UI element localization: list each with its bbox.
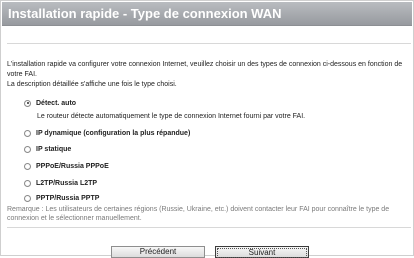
option-l2tp[interactable]: L2TP/Russia L2TP: [24, 177, 97, 189]
option-pptp[interactable]: PPTP/Russia PPTP: [24, 192, 99, 204]
option-label: PPPoE/Russia PPPoE: [36, 162, 109, 170]
radio-static-ip[interactable]: [24, 145, 31, 153]
next-button[interactable]: Suivant: [215, 246, 309, 258]
option-label: IP dynamique (configuration la plus répa…: [36, 129, 191, 137]
option-pppoe[interactable]: PPPoE/Russia PPPoE: [24, 160, 109, 172]
option-label: IP statique: [36, 145, 72, 153]
option-dynamic-ip[interactable]: IP dynamique (configuration la plus répa…: [24, 127, 190, 139]
option-label: L2TP/Russia L2TP: [36, 179, 98, 187]
option-label: Détect. auto: [36, 99, 77, 107]
top-divider: [7, 43, 411, 44]
intro-text: L'installation rapide va configurer votr…: [7, 60, 409, 90]
auto-detect-description: Le routeur détecte automatiquement le ty…: [37, 113, 306, 120]
radio-pptp[interactable]: [24, 194, 31, 202]
option-static-ip[interactable]: IP statique: [24, 143, 71, 155]
intro-line-1: L'installation rapide va configurer votr…: [7, 61, 403, 78]
wizard-panel: Installation rapide - Type de connexion …: [0, 0, 414, 258]
bottom-divider: [7, 227, 411, 228]
intro-line-2: La description détaillée s'affiche une f…: [7, 81, 177, 88]
page-title: Installation rapide - Type de connexion …: [2, 2, 412, 26]
radio-pppoe[interactable]: [24, 162, 31, 170]
radio-dynamic-ip[interactable]: [24, 129, 31, 137]
previous-button[interactable]: Précédent: [111, 246, 205, 258]
remark-text: Remarque : Les utilisateurs de certaines…: [7, 206, 390, 222]
option-label: PPTP/Russia PPTP: [36, 194, 100, 202]
option-auto-detect[interactable]: Détect. auto: [24, 97, 76, 109]
radio-l2tp[interactable]: [24, 179, 31, 187]
next-button-label: Suivant: [217, 248, 307, 258]
radio-auto-detect[interactable]: [24, 99, 31, 107]
